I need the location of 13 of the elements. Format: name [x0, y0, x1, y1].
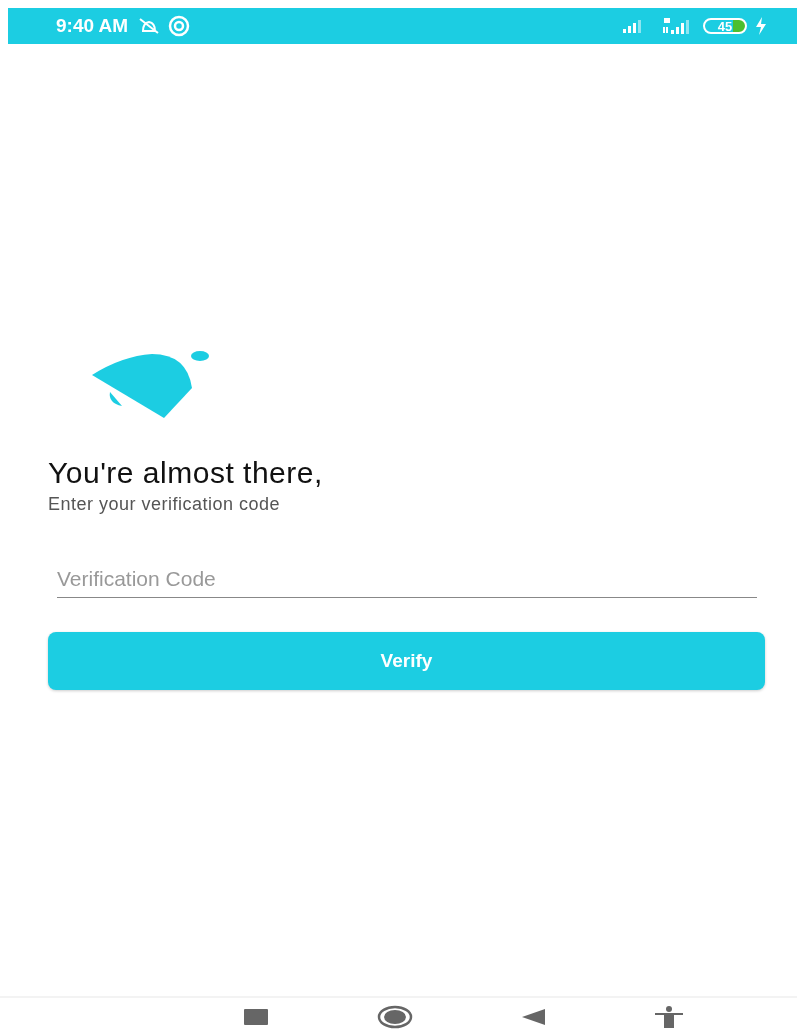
square-icon[interactable] [244, 1009, 269, 1025]
alarm-off-icon [138, 17, 161, 35]
verification-code-field[interactable]: Verification Code [57, 563, 757, 598]
home-icon[interactable] [377, 1005, 414, 1029]
status-time: 9:40 AM [56, 15, 129, 37]
verify-button[interactable]: Verify [48, 632, 765, 690]
battery-indicator: 45 [703, 18, 747, 34]
target-icon [168, 15, 191, 37]
heading: You're almost there, [48, 456, 324, 490]
accessibility-icon[interactable] [654, 1006, 683, 1028]
back-icon[interactable] [521, 1008, 546, 1026]
charging-icon [755, 17, 767, 35]
subheading: Enter your verification code [48, 494, 282, 515]
